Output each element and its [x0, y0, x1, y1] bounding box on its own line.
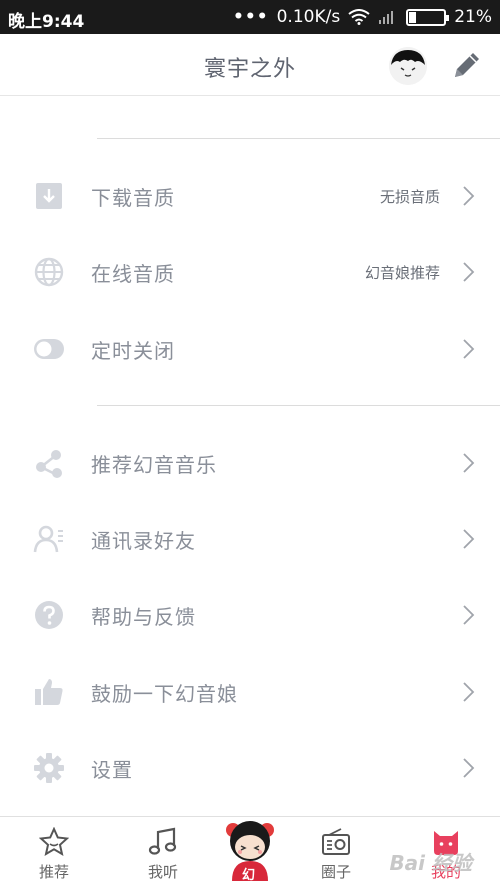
- notification-dots: •••: [233, 7, 269, 27]
- section-divider: [97, 138, 500, 139]
- chevron-right-icon: [463, 529, 475, 549]
- user-avatar[interactable]: [389, 47, 427, 85]
- signal-icon: [379, 11, 394, 24]
- menu-item-sleep-timer[interactable]: 定时关闭: [0, 311, 500, 387]
- tab-label: 圈子: [320, 863, 351, 881]
- menu-item-online-quality[interactable]: 在线音质 幻音娘推荐: [0, 234, 500, 310]
- edit-button[interactable]: [450, 48, 484, 82]
- menu-item-share-music[interactable]: 推荐幻音音乐: [0, 425, 500, 501]
- menu-label: 鼓励一下幻音娘: [91, 682, 238, 706]
- gear-icon: [34, 753, 64, 783]
- status-bar: 晚上9:44 ••• 0.10K/s 21%: [0, 0, 500, 34]
- battery-icon: [406, 8, 450, 26]
- menu-label: 通讯录好友: [91, 529, 196, 553]
- toggle-icon: [34, 339, 64, 359]
- mascot-badge-text: 幻: [242, 868, 256, 883]
- chevron-right-icon: [463, 758, 475, 778]
- battery-fill: [409, 11, 417, 23]
- globe-icon: [34, 257, 64, 287]
- music-note-icon: [148, 827, 177, 855]
- share-icon: [36, 450, 62, 478]
- menu-item-settings[interactable]: 设置: [0, 730, 500, 806]
- chevron-right-icon: [463, 262, 475, 282]
- help-icon: [35, 601, 63, 629]
- download-icon: [36, 183, 62, 209]
- tab-my-listening[interactable]: 我听: [123, 817, 203, 889]
- contacts-icon: [33, 525, 63, 553]
- network-speed: 0.10K/s: [276, 7, 341, 27]
- chevron-right-icon: [463, 339, 475, 359]
- chevron-right-icon: [463, 453, 475, 473]
- menu-item-help-feedback[interactable]: 帮助与反馈: [0, 577, 500, 653]
- tab-label: 推荐: [38, 863, 69, 881]
- chevron-right-icon: [463, 605, 475, 625]
- status-right: ••• 0.10K/s 21%: [233, 6, 492, 28]
- cartoon-face-avatar-icon: [389, 47, 427, 85]
- menu-label: 定时关闭: [91, 339, 175, 363]
- chevron-right-icon: [463, 186, 475, 206]
- menu-label: 在线音质: [91, 262, 175, 286]
- tab-recommend[interactable]: 推荐: [14, 817, 94, 889]
- menu-item-contacts[interactable]: 通讯录好友: [0, 501, 500, 577]
- menu-label: 帮助与反馈: [91, 605, 196, 629]
- star-icon: [39, 827, 69, 857]
- tab-center-mascot[interactable]: 幻: [222, 817, 278, 883]
- pencil-icon: [455, 53, 479, 77]
- menu-label: 推荐幻音音乐: [91, 453, 217, 477]
- chevron-right-icon: [463, 682, 475, 702]
- tab-circle[interactable]: 圈子: [296, 817, 376, 889]
- wifi-icon: [348, 9, 370, 25]
- radio-icon: [322, 828, 350, 855]
- menu-label: 下载音质: [91, 186, 175, 210]
- menu-item-encourage[interactable]: 鼓励一下幻音娘: [0, 654, 500, 730]
- menu-item-download-quality[interactable]: 下载音质 无损音质: [0, 158, 500, 234]
- menu-value: 无损音质: [379, 188, 440, 206]
- tab-label: 我听: [147, 863, 178, 881]
- bottom-tab-bar: 推荐 我听 幻 圈子 我的 Bai 经验: [0, 816, 500, 889]
- status-time: 晚上9:44: [8, 12, 85, 32]
- watermark: Bai 经验: [389, 851, 472, 875]
- section-divider: [97, 405, 500, 406]
- menu-label: 设置: [91, 758, 133, 782]
- thumbs-up-icon: [35, 679, 63, 705]
- battery-percent: 21%: [454, 7, 492, 27]
- profile-header: 寰宇之外: [0, 34, 500, 96]
- menu-value: 幻音娘推荐: [364, 264, 440, 282]
